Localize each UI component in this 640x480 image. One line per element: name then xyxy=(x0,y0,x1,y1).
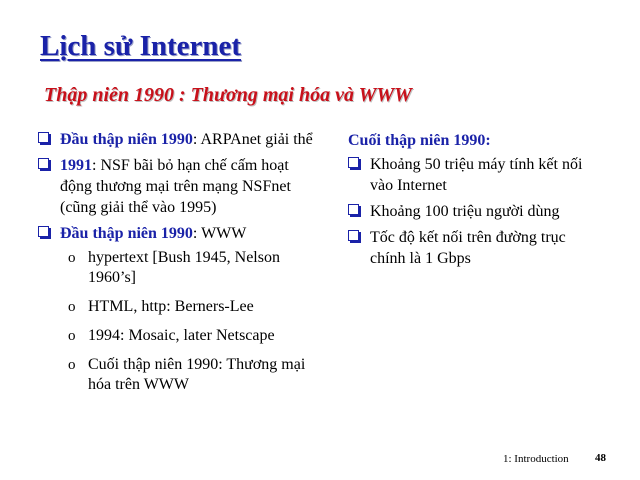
www-sub-list: o hypertext [Bush 1945, Nelson 1960’s] o… xyxy=(38,248,318,395)
bullet-highlight: 1991 xyxy=(60,157,92,174)
checkbox-bullet-icon xyxy=(38,158,49,169)
sub-item-text: hypertext [Bush 1945, Nelson 1960’s] xyxy=(88,249,280,286)
bullet-text: : NSF bãi bỏ hạn chế cấm hoạt động thươn… xyxy=(60,157,291,216)
left-bullet-1: Đầu thập niên 1990: ARPAnet giải thể xyxy=(38,129,318,150)
slide-title: Lịch sử Internet xyxy=(40,30,242,62)
bullet-highlight: Đầu thập niên 1990 xyxy=(60,131,193,148)
sub-list-item: o HTML, http: Berners-Lee xyxy=(38,297,318,317)
sub-list-item: o hypertext [Bush 1945, Nelson 1960’s] xyxy=(38,248,318,288)
sub-list-item: o Cuối thập niên 1990: Thương mại hóa tr… xyxy=(38,355,318,395)
checkbox-bullet-icon xyxy=(348,157,359,168)
circle-bullet-icon: o xyxy=(68,299,76,315)
right-bullet-3: Tốc độ kết nối trên đường trục chính là … xyxy=(348,227,588,269)
footer-chapter-label: 1: Introduction xyxy=(503,453,569,465)
checkbox-bullet-icon xyxy=(38,226,49,237)
left-bullet-2: 1991: NSF bãi bỏ hạn chế cấm hoạt động t… xyxy=(38,155,318,218)
sub-item-text: 1994: Mosaic, later Netscape xyxy=(88,327,275,344)
bullet-highlight: Đầu thập niên 1990 xyxy=(60,225,193,242)
right-column: Cuối thập niên 1990: Khoảng 50 triệu máy… xyxy=(348,131,588,274)
circle-bullet-icon: o xyxy=(68,250,76,266)
right-bullet-2: Khoảng 100 triệu người dùng xyxy=(348,201,588,222)
circle-bullet-icon: o xyxy=(68,328,76,344)
page-number: 48 xyxy=(595,452,606,464)
checkbox-bullet-icon xyxy=(348,230,359,241)
checkbox-bullet-icon xyxy=(38,132,49,143)
left-column: Đầu thập niên 1990: ARPAnet giải thể 199… xyxy=(38,129,318,404)
left-bullet-3: Đầu thập niên 1990: WWW xyxy=(38,223,318,244)
sub-item-text: HTML, http: Berners-Lee xyxy=(88,298,254,315)
slide-subtitle: Thập niên 1990 : Thương mại hóa và WWW xyxy=(44,84,412,106)
sub-item-text: Cuối thập niên 1990: Thương mại hóa trên… xyxy=(88,356,306,393)
checkbox-bullet-icon xyxy=(348,204,359,215)
right-bullet-1: Khoảng 50 triệu máy tính kết nối vào Int… xyxy=(348,154,588,196)
right-heading: Cuối thập niên 1990: xyxy=(348,132,491,149)
bullet-text: Khoảng 100 triệu người dùng xyxy=(370,203,560,220)
bullet-text: Khoảng 50 triệu máy tính kết nối vào Int… xyxy=(370,156,583,194)
bullet-text: : WWW xyxy=(192,225,247,242)
sub-list-item: o 1994: Mosaic, later Netscape xyxy=(38,326,318,346)
bullet-text: : ARPAnet giải thể xyxy=(192,131,313,148)
circle-bullet-icon: o xyxy=(68,357,76,373)
bullet-text: Tốc độ kết nối trên đường trục chính là … xyxy=(370,229,566,267)
